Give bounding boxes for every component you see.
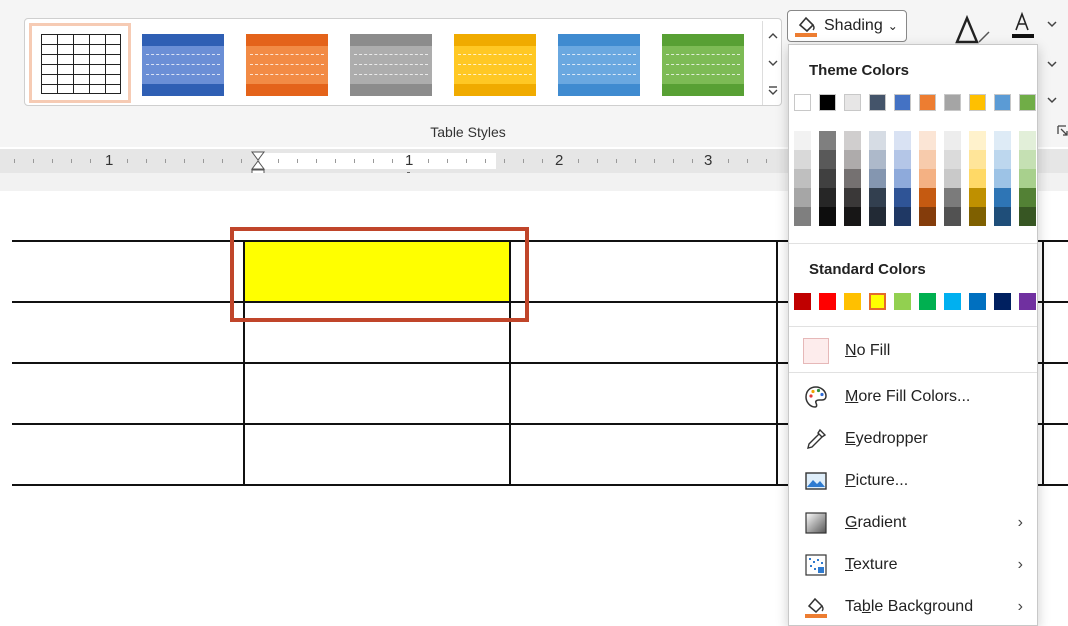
theme-shades-blue[interactable] (894, 131, 911, 226)
theme-shades-slate[interactable] (869, 131, 886, 226)
table-style-gray[interactable] (350, 34, 432, 96)
table-style-green[interactable] (662, 34, 744, 96)
table-style-plain-grid[interactable] (29, 23, 131, 103)
standard-swatch-light-blue[interactable] (944, 293, 961, 310)
theme-shades-light-gray[interactable] (844, 131, 861, 226)
theme-shades-gray[interactable] (944, 131, 961, 226)
gradient-icon (805, 512, 827, 534)
eyedropper-item[interactable]: Eyedropper (799, 420, 1035, 458)
theme-swatch-gold[interactable] (969, 94, 986, 111)
no-fill-swatch-icon (803, 338, 829, 364)
table-style-light-blue[interactable] (558, 34, 640, 96)
expand-gallery-icon (768, 86, 777, 95)
theme-swatch-light-gray[interactable] (844, 94, 861, 111)
standard-swatch-dark-red[interactable] (794, 293, 811, 310)
standard-swatch-purple[interactable] (1019, 293, 1036, 310)
submenu-arrow-icon: › (1017, 514, 1023, 531)
chevron-up-icon (768, 32, 777, 38)
theme-shades-green[interactable] (1019, 131, 1036, 226)
texture-label: Texture (845, 556, 898, 573)
theme-swatch-gray[interactable] (944, 94, 961, 111)
gallery-expand-button[interactable] (762, 77, 782, 105)
table-style-gold[interactable] (454, 34, 536, 96)
dialog-launcher-icon[interactable] (1056, 124, 1068, 138)
paint-bucket-icon (795, 16, 817, 37)
theme-swatch-black[interactable] (819, 94, 836, 111)
texture-icon (805, 554, 827, 576)
no-fill-label: No Fill (845, 342, 891, 359)
ruler-label: 1 (105, 152, 114, 169)
standard-swatch-dark-blue[interactable] (994, 293, 1011, 310)
standard-colors-header: Standard Colors (809, 261, 926, 278)
table-style-blue[interactable] (142, 34, 224, 96)
theme-shades-orange[interactable] (919, 131, 936, 226)
gradient-label: Gradient (845, 514, 907, 531)
standard-swatch-light-green[interactable] (894, 293, 911, 310)
table-background-item[interactable]: Table Background › (799, 588, 1035, 626)
table-border (1042, 240, 1044, 486)
submenu-arrow-icon: › (1017, 556, 1023, 573)
table-border (12, 484, 788, 486)
shading-button[interactable]: Shading ⌄ (787, 10, 907, 42)
no-fill-item[interactable]: No Fill (799, 332, 1035, 370)
font-color-icon[interactable] (1010, 10, 1038, 40)
paint-bucket-icon (805, 597, 827, 618)
shading-dropdown-menu: Theme Colors Standard Colors No Fill Mor… (788, 44, 1038, 626)
standard-swatch-red[interactable] (819, 293, 836, 310)
more-fill-colors-label: More Fill Colors... (845, 388, 971, 405)
more-fill-colors-item[interactable]: More Fill Colors... (799, 378, 1035, 416)
theme-shades-light-blue[interactable] (994, 131, 1011, 226)
table-styles-group-label: Table Styles (430, 124, 506, 140)
theme-colors-header: Theme Colors (809, 62, 910, 79)
ruler-label: 1 (405, 152, 414, 169)
theme-shades-black[interactable] (819, 131, 836, 226)
picture-icon (805, 472, 827, 490)
theme-swatch-blue[interactable] (894, 94, 911, 111)
gallery-scroll-up-button[interactable] (762, 21, 782, 49)
theme-shades-white[interactable] (794, 131, 811, 226)
standard-swatch-yellow-selected[interactable] (869, 293, 886, 310)
theme-swatch-green[interactable] (1019, 94, 1036, 111)
table-border (776, 240, 778, 486)
picture-label: Picture... (845, 472, 909, 489)
standard-swatch-blue[interactable] (969, 293, 986, 310)
table-styles-gallery (24, 18, 782, 106)
table-background-label: Table Background (845, 598, 974, 615)
shading-label: Shading (824, 17, 883, 34)
standard-swatch-green[interactable] (919, 293, 936, 310)
highlight-annotation-box (230, 227, 529, 322)
theme-swatch-slate[interactable] (869, 94, 886, 111)
table-border (12, 362, 788, 364)
eyedropper-icon (807, 428, 827, 449)
eyedropper-label: Eyedropper (845, 430, 928, 447)
texture-item[interactable]: Texture › (799, 546, 1035, 584)
ruler-active-area (260, 153, 496, 169)
submenu-arrow-icon: › (1017, 598, 1023, 615)
theme-swatch-orange[interactable] (919, 94, 936, 111)
gallery-scroll-down-button[interactable] (762, 49, 782, 77)
pen-style-icon[interactable] (953, 14, 993, 46)
table-style-orange[interactable] (246, 34, 328, 96)
chevron-down-icon (768, 60, 777, 66)
chevron-down-icon[interactable] (1046, 60, 1058, 68)
chevron-down-icon[interactable] (1046, 96, 1058, 104)
theme-swatch-light-blue[interactable] (994, 94, 1011, 111)
gradient-item[interactable]: Gradient › (799, 504, 1035, 542)
palette-icon (805, 386, 827, 408)
table-border (12, 423, 788, 425)
theme-swatch-white[interactable] (794, 94, 811, 111)
plain-grid-preview (41, 34, 121, 94)
theme-shades-gold[interactable] (969, 131, 986, 226)
ruler-label: 3 (704, 152, 713, 169)
chevron-down-icon[interactable] (1046, 20, 1058, 28)
ruler-label: 2 (555, 152, 564, 169)
picture-item[interactable]: Picture... (799, 462, 1035, 500)
chevron-down-icon: ⌄ (887, 19, 898, 33)
standard-swatch-orange[interactable] (844, 293, 861, 310)
